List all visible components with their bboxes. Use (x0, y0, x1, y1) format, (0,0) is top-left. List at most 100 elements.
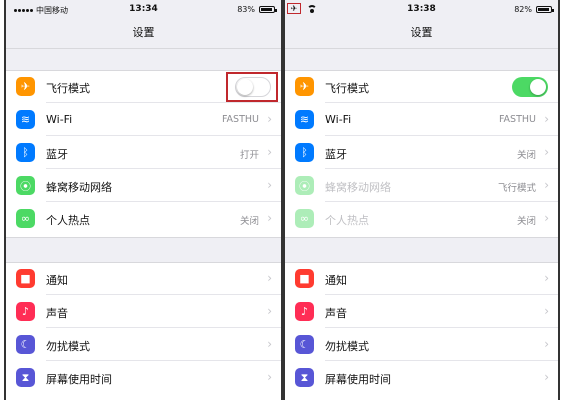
row-label: 蜂窝移动网络 (46, 181, 112, 194)
settings-row-airplane[interactable]: ✈ 飞行模式 (285, 71, 558, 103)
airplane-icon: ✈ (295, 77, 314, 96)
screen-time-icon: ⧗ (16, 368, 35, 387)
settings-row-do-not-disturb[interactable]: ☾ 勿扰模式 › (6, 329, 281, 361)
row-value: FASTHU (221, 114, 259, 125)
row-divider (46, 135, 281, 136)
row-label: 勿扰模式 (325, 340, 369, 353)
chevron-right-icon: › (267, 271, 272, 285)
chevron-right-icon: › (267, 370, 272, 384)
settings-screen-before: 中国移动 13:34 83% 设置 ✈ 飞行模式 ≋ Wi-Fi FASTHU › ᛒ 蓝牙 打… (4, 0, 283, 400)
settings-row-cellular[interactable]: ⦿ 蜂窝移动网络 › (6, 170, 281, 202)
row-label: 个人热点 (325, 214, 369, 227)
row-divider (325, 327, 558, 328)
status-bar: ✈ 13:38 82% (285, 0, 558, 20)
row-divider (325, 168, 558, 169)
chevron-right-icon: › (544, 112, 549, 126)
settings-row-wifi[interactable]: ≋ Wi-Fi FASTHU › (6, 104, 281, 136)
page-title: 设置 (132, 26, 155, 39)
settings-row-notifications[interactable]: ■ 通知 › (285, 263, 558, 295)
row-label: 屏幕使用时间 (46, 373, 112, 386)
settings-row-sounds[interactable]: ♪ 声音 › (285, 296, 558, 328)
row-label: 蓝牙 (46, 148, 68, 161)
toggle-knob (530, 79, 546, 95)
cellular-icon: ⦿ (295, 176, 314, 195)
row-label: Wi-Fi (325, 113, 352, 126)
row-label: Wi-Fi (46, 113, 73, 126)
chevron-right-icon: › (267, 211, 272, 225)
row-label: 通知 (325, 274, 347, 287)
battery-icon (536, 6, 554, 13)
battery-percent: 82% (514, 5, 532, 14)
screen-time-icon: ⧗ (295, 368, 314, 387)
row-divider (46, 360, 281, 361)
settings-group-general: ■ 通知 › ♪ 声音 › ☾ 勿扰模式 › ⧗ 屏幕使用时间 › (285, 262, 558, 400)
row-label: 飞行模式 (325, 82, 369, 95)
settings-group-connectivity: ✈ 飞行模式 ≋ Wi-Fi FASTHU › ᛒ 蓝牙 关闭 › ⦿ 蜂窝移动网络 飞行模式 › ∞ 个人热… (285, 70, 558, 238)
chevron-right-icon: › (544, 178, 549, 192)
row-divider (46, 327, 281, 328)
settings-screen-after: ✈ 13:38 82% 设置 ✈ 飞行模式 ≋ Wi-Fi FASTHU › ᛒ 蓝牙 关闭 › ⦿… (283, 0, 560, 400)
settings-row-notifications[interactable]: ■ 通知 › (6, 263, 281, 295)
row-label: 蓝牙 (325, 148, 347, 161)
hotspot-icon: ∞ (295, 209, 314, 228)
highlight-box (226, 72, 278, 102)
settings-row-bluetooth[interactable]: ᛒ 蓝牙 打开 › (6, 137, 281, 169)
row-divider (46, 294, 281, 295)
chevron-right-icon: › (267, 178, 272, 192)
do-not-disturb-icon: ☾ (295, 335, 314, 354)
cellular-icon: ⦿ (16, 176, 35, 195)
settings-row-hotspot[interactable]: ∞ 个人热点 关闭 › (6, 203, 281, 235)
row-divider (325, 135, 558, 136)
airplane-mode-toggle[interactable] (512, 77, 548, 97)
chevron-right-icon: › (267, 112, 272, 126)
wifi-icon: ≋ (295, 110, 314, 129)
chevron-right-icon: › (544, 145, 549, 159)
battery-icon (259, 6, 277, 13)
row-divider (46, 102, 281, 103)
chevron-right-icon: › (544, 370, 549, 384)
settings-row-wifi[interactable]: ≋ Wi-Fi FASTHU › (285, 104, 558, 136)
do-not-disturb-icon: ☾ (16, 335, 35, 354)
chevron-right-icon: › (267, 304, 272, 318)
battery-percent: 83% (237, 5, 255, 14)
row-label: 飞行模式 (46, 82, 90, 95)
row-divider (325, 360, 558, 361)
chevron-right-icon: › (544, 304, 549, 318)
page-title: 设置 (410, 26, 433, 39)
chevron-right-icon: › (544, 337, 549, 351)
settings-row-cellular[interactable]: ⦿ 蜂窝移动网络 飞行模式 › (285, 170, 558, 202)
row-divider (325, 102, 558, 103)
chevron-right-icon: › (544, 271, 549, 285)
settings-row-hotspot[interactable]: ∞ 个人热点 关闭 › (285, 203, 558, 235)
row-divider (46, 201, 281, 202)
row-label: 通知 (46, 274, 68, 287)
settings-row-bluetooth[interactable]: ᛒ 蓝牙 关闭 › (285, 137, 558, 169)
sounds-icon: ♪ (295, 302, 314, 321)
airplane-icon: ✈ (16, 77, 35, 96)
settings-row-screen-time[interactable]: ⧗ 屏幕使用时间 › (6, 362, 281, 394)
settings-row-screen-time[interactable]: ⧗ 屏幕使用时间 › (285, 362, 558, 394)
bluetooth-icon: ᛒ (295, 143, 314, 162)
row-label: 蜂窝移动网络 (325, 181, 391, 194)
sounds-icon: ♪ (16, 302, 35, 321)
row-label: 个人热点 (46, 214, 90, 227)
notifications-icon: ■ (295, 269, 314, 288)
notifications-icon: ■ (16, 269, 35, 288)
settings-group-general: ■ 通知 › ♪ 声音 › ☾ 勿扰模式 › ⧗ 屏幕使用时间 › (6, 262, 281, 400)
row-divider (325, 294, 558, 295)
chevron-right-icon: › (544, 211, 549, 225)
row-value: 打开 (239, 150, 259, 161)
bluetooth-icon: ᛒ (16, 143, 35, 162)
settings-row-do-not-disturb[interactable]: ☾ 勿扰模式 › (285, 329, 558, 361)
row-value: 关闭 (516, 150, 536, 161)
row-label: 声音 (325, 307, 347, 320)
status-bar: 中国移动 13:34 83% (6, 0, 281, 20)
row-value: 关闭 (516, 216, 536, 227)
row-value: 飞行模式 (497, 183, 536, 194)
row-value: 关闭 (239, 216, 259, 227)
settings-row-airplane[interactable]: ✈ 飞行模式 (6, 71, 281, 103)
wifi-icon: ≋ (16, 110, 35, 129)
row-divider (325, 201, 558, 202)
row-label: 声音 (46, 307, 68, 320)
settings-row-sounds[interactable]: ♪ 声音 › (6, 296, 281, 328)
